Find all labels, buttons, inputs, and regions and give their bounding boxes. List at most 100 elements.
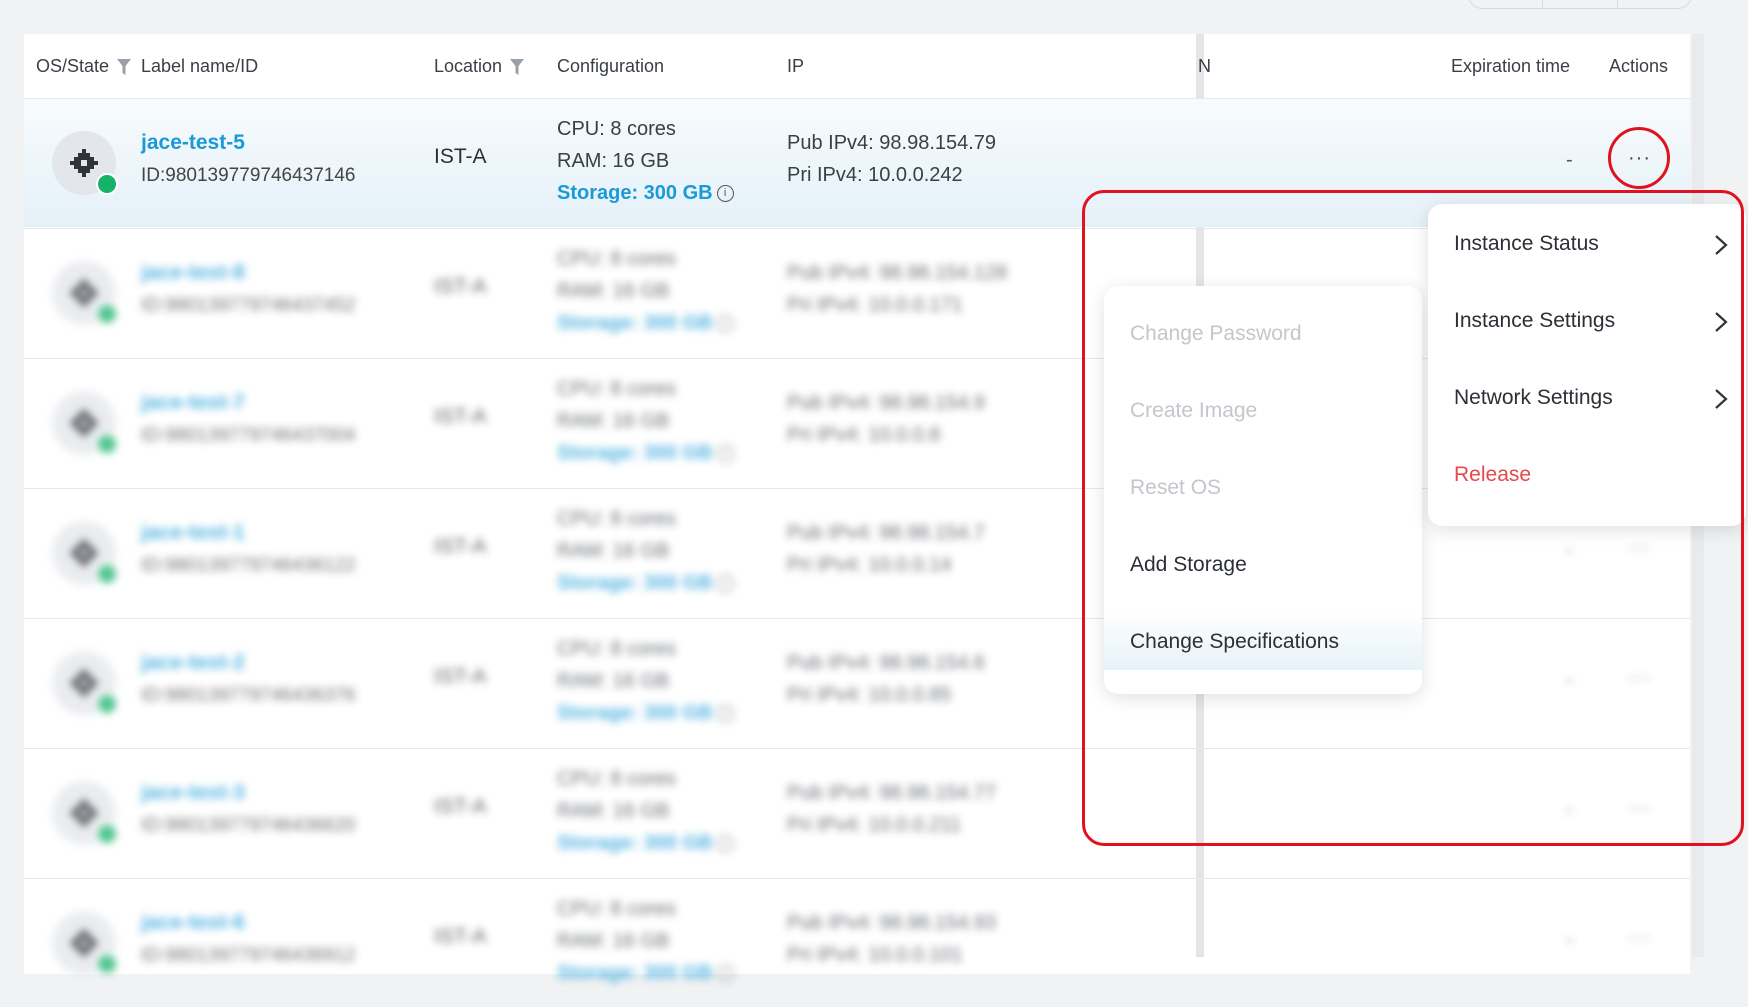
instance-configuration: CPU: 8 cores RAM: 16 GB Storage: 300 GB i [557,893,734,989]
cpu-value: CPU: 8 cores [557,248,676,270]
instance-ip: Pub IPv4: 98.98.154.77 Pri IPv4: 10.0.0.2… [787,777,996,841]
info-icon[interactable]: i [716,315,734,333]
storage-label: Storage: 300 GB [557,832,713,854]
info-icon[interactable]: i [716,965,734,983]
os-logo-icon [52,781,118,845]
header-os-state: OS/State [36,56,132,77]
ram-value: RAM: 16 GB [557,670,670,692]
instance-ip: Pub IPv4: 98.98.154.79 Pri IPv4: 10.0.0.2… [787,127,996,191]
private-ip: Pri IPv4: 10.0.0.171 [787,294,963,316]
cpu-value: CPU: 8 cores [557,898,676,920]
os-logo-glyph [70,539,98,567]
pagination-remnant [1468,0,1692,9]
instance-location: IST-A [434,795,487,818]
public-ip: Pub IPv4: 98.98.154.93 [787,912,997,934]
ram-value: RAM: 16 GB [557,540,670,562]
instance-configuration: CPU: 8 cores RAM: 16 GB Storage: 300 GB i [557,373,734,469]
storage-value: Storage: 300 GB i [557,827,734,859]
instance-location: IST-A [434,275,487,298]
instance-name-link[interactable]: jace-test-7 [141,391,245,415]
instance-configuration: CPU: 8 cores RAM: 16 GB Storage: 300 GB i [557,503,734,599]
status-running-dot [96,823,118,845]
status-running-dot [96,953,118,975]
storage-value: Storage: 300 GB i [557,437,734,469]
public-ip: Pub IPv4: 98.98.154.7 [787,522,985,544]
status-running-dot [96,563,118,585]
storage-label: Storage: 300 GB [557,182,713,204]
private-ip: Pri IPv4: 10.0.0.101 [787,944,963,966]
instance-name-link[interactable]: jace-test-6 [141,911,245,935]
instance-name-link[interactable]: jace-test-8 [141,261,245,285]
storage-value: Storage: 300 GB i [557,307,734,339]
storage-value: Storage: 300 GB i [557,957,734,989]
status-running-dot [96,303,118,325]
public-ip: Pub IPv4: 98.98.154.79 [787,132,997,154]
header-location: Location [434,56,525,77]
instance-location: IST-A [434,535,487,558]
instance-ip: Pub IPv4: 98.98.154.9 Pri IPv4: 10.0.0.8 [787,387,985,451]
instance-name-link[interactable]: jace-test-2 [141,651,245,675]
ram-value: RAM: 16 GB [557,410,670,432]
instance-location: IST-A [434,145,487,168]
os-logo-glyph [70,279,98,307]
info-icon[interactable]: i [716,835,734,853]
public-ip: Pub IPv4: 98.98.154.6 [787,652,985,674]
instance-id: ID:980139779746436376 [141,685,356,706]
filter-icon[interactable] [510,58,525,75]
instance-ip: Pub IPv4: 98.98.154.7 Pri IPv4: 10.0.0.14 [787,517,985,581]
public-ip: Pub IPv4: 98.98.154.77 [787,782,997,804]
more-actions-button[interactable]: ··· [1628,927,1651,950]
actions-highlight-circle [1608,127,1670,189]
instance-id: ID:980139779746437452 [141,295,356,316]
status-running-dot [96,433,118,455]
storage-value: Storage: 300 GB i [557,177,734,209]
instance-id: ID:980139779746436912 [141,945,356,966]
menu-highlight-box [1082,190,1744,846]
private-ip: Pri IPv4: 10.0.0.85 [787,684,952,706]
os-logo-icon [52,261,118,325]
os-logo-glyph [70,799,98,827]
info-icon[interactable]: i [716,575,734,593]
ram-value: RAM: 16 GB [557,930,670,952]
instance-id: ID:980139779746437146 [141,165,356,186]
info-icon[interactable]: i [716,185,734,203]
public-ip: Pub IPv4: 98.98.154.9 [787,392,985,414]
status-running-dot [96,173,118,195]
storage-label: Storage: 300 GB [557,702,713,724]
filter-icon[interactable] [117,58,132,75]
header-label: Label name/ID [141,56,259,76]
info-icon[interactable]: i [716,705,734,723]
ram-value: RAM: 16 GB [557,280,670,302]
info-icon[interactable]: i [716,445,734,463]
instance-name-link[interactable]: jace-test-5 [141,131,245,155]
private-ip: Pri IPv4: 10.0.0.211 [787,814,962,836]
storage-label: Storage: 300 GB [557,572,713,594]
cpu-value: CPU: 8 cores [557,118,676,140]
ram-value: RAM: 16 GB [557,800,670,822]
os-logo-icon [52,651,118,715]
table-row[interactable]: jace-test-6 ID:980139779746436912 IST-A CPU… [24,878,1690,1007]
header-hidden-column: N [1198,56,1211,76]
instance-ip: Pub IPv4: 98.98.154.128 Pri IPv4: 10.0.0.… [787,257,1007,321]
instance-ip: Pub IPv4: 98.98.154.93 Pri IPv4: 10.0.0.1… [787,907,996,971]
instance-id: ID:980139779746436620 [141,815,356,836]
table-header: OS/State Label name/ID Location Configur… [24,34,1690,98]
instance-name-link[interactable]: jace-test-3 [141,781,245,805]
instance-ip: Pub IPv4: 98.98.154.6 Pri IPv4: 10.0.0.85 [787,647,985,711]
cpu-value: CPU: 8 cores [557,768,676,790]
instance-id: ID:980139779746437004 [141,425,356,446]
cpu-value: CPU: 8 cores [557,378,676,400]
instance-configuration: CPU: 8 cores RAM: 16 GB Storage: 300 GB i [557,243,734,339]
public-ip: Pub IPv4: 98.98.154.128 [787,262,1008,284]
instance-configuration: CPU: 8 cores RAM: 16 GB Storage: 300 GB i [557,633,734,729]
instance-id: ID:980139779746436122 [141,555,356,576]
storage-value: Storage: 300 GB i [557,697,734,729]
storage-value: Storage: 300 GB i [557,567,734,599]
expiration-time: - [1566,929,1573,951]
instance-name-link[interactable]: jace-test-1 [141,521,245,545]
header-expiration: Expiration time [1451,56,1571,76]
header-ip: IP [787,56,805,76]
os-logo-icon [52,911,118,975]
private-ip: Pri IPv4: 10.0.0.242 [787,164,963,186]
os-logo-icon [52,521,118,585]
